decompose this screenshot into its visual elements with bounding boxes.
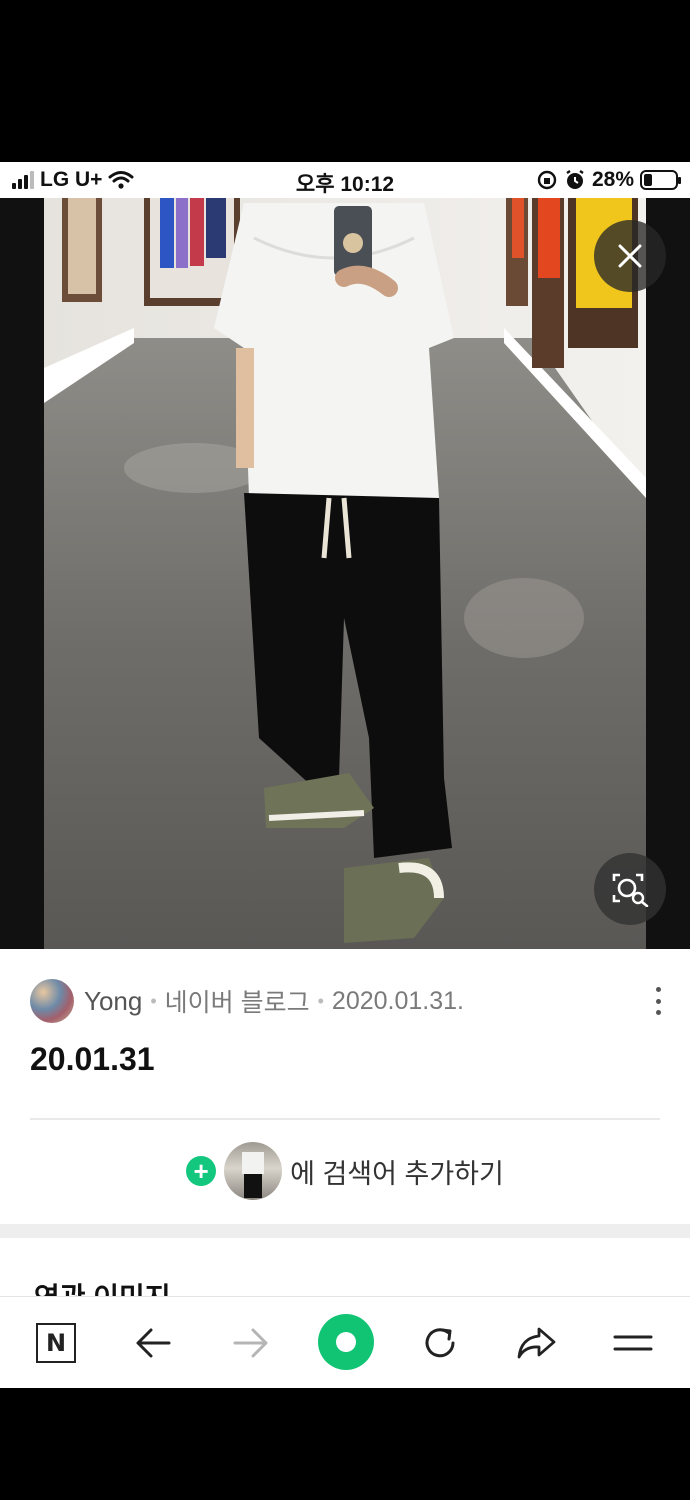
arrow-right-icon <box>233 1328 268 1358</box>
forward-button[interactable] <box>224 1317 276 1369</box>
status-bar: LG U+ 오후 10:12 28% <box>0 162 690 198</box>
image-search-button[interactable] <box>594 853 666 925</box>
alarm-icon <box>566 170 584 189</box>
post-date: 2020.01.31. <box>331 986 464 1015</box>
green-dot-button[interactable] <box>318 1314 374 1370</box>
menu-button[interactable] <box>607 1317 659 1369</box>
post-meta: Yong • 네이버 블로그 • 2020.01.31. <box>30 979 464 1023</box>
rotation-lock-icon <box>537 170 557 190</box>
divider <box>30 1118 660 1120</box>
image-caption[interactable]: 20.01.31 <box>30 1041 155 1078</box>
meta-separator: • <box>150 990 157 1011</box>
close-button[interactable] <box>594 220 666 292</box>
source-name[interactable]: 네이버 블로그 <box>165 983 310 1019</box>
back-button[interactable] <box>128 1317 180 1369</box>
top-black-bar <box>0 0 690 162</box>
status-right: 28% <box>536 168 681 192</box>
hamburger-menu-icon <box>613 1335 653 1351</box>
search-thumbnail <box>224 1142 283 1200</box>
section-gap <box>0 1224 690 1238</box>
add-search-label: 에 검색어 추가하기 <box>290 1158 504 1189</box>
refresh-button[interactable] <box>414 1317 466 1369</box>
author-avatar[interactable] <box>30 979 74 1023</box>
arrow-left-icon <box>136 1328 171 1358</box>
related-images-section: 연관 이미지 <box>0 1238 690 1296</box>
naver-n-icon: N <box>36 1323 76 1363</box>
related-images-title: 연관 이미지 <box>34 1276 171 1296</box>
bottom-black-bar <box>0 1388 690 1500</box>
photo-illustration <box>44 198 646 949</box>
refresh-icon <box>425 1328 455 1358</box>
battery-icon <box>640 170 681 190</box>
browser-toolbar: N <box>0 1296 690 1388</box>
green-dot-icon <box>336 1332 356 1352</box>
meta-separator: • <box>317 990 324 1011</box>
close-icon <box>618 244 642 268</box>
image-viewer <box>0 198 690 949</box>
add-search-term-button[interactable]: + 에 검색어 추가하기 <box>0 1141 690 1201</box>
share-icon <box>517 1327 556 1359</box>
plus-icon: + <box>186 1156 217 1186</box>
author-name[interactable]: Yong <box>84 986 142 1017</box>
battery-percent: 28% <box>591 168 634 191</box>
naver-home-button[interactable]: N <box>30 1317 82 1369</box>
image-search-icon <box>612 873 649 907</box>
image-info-panel: Yong • 네이버 블로그 • 2020.01.31. 20.01.31 + … <box>0 949 690 1224</box>
fashion-photo <box>44 198 646 949</box>
share-button[interactable] <box>510 1317 562 1369</box>
more-options-button[interactable] <box>646 987 670 1015</box>
